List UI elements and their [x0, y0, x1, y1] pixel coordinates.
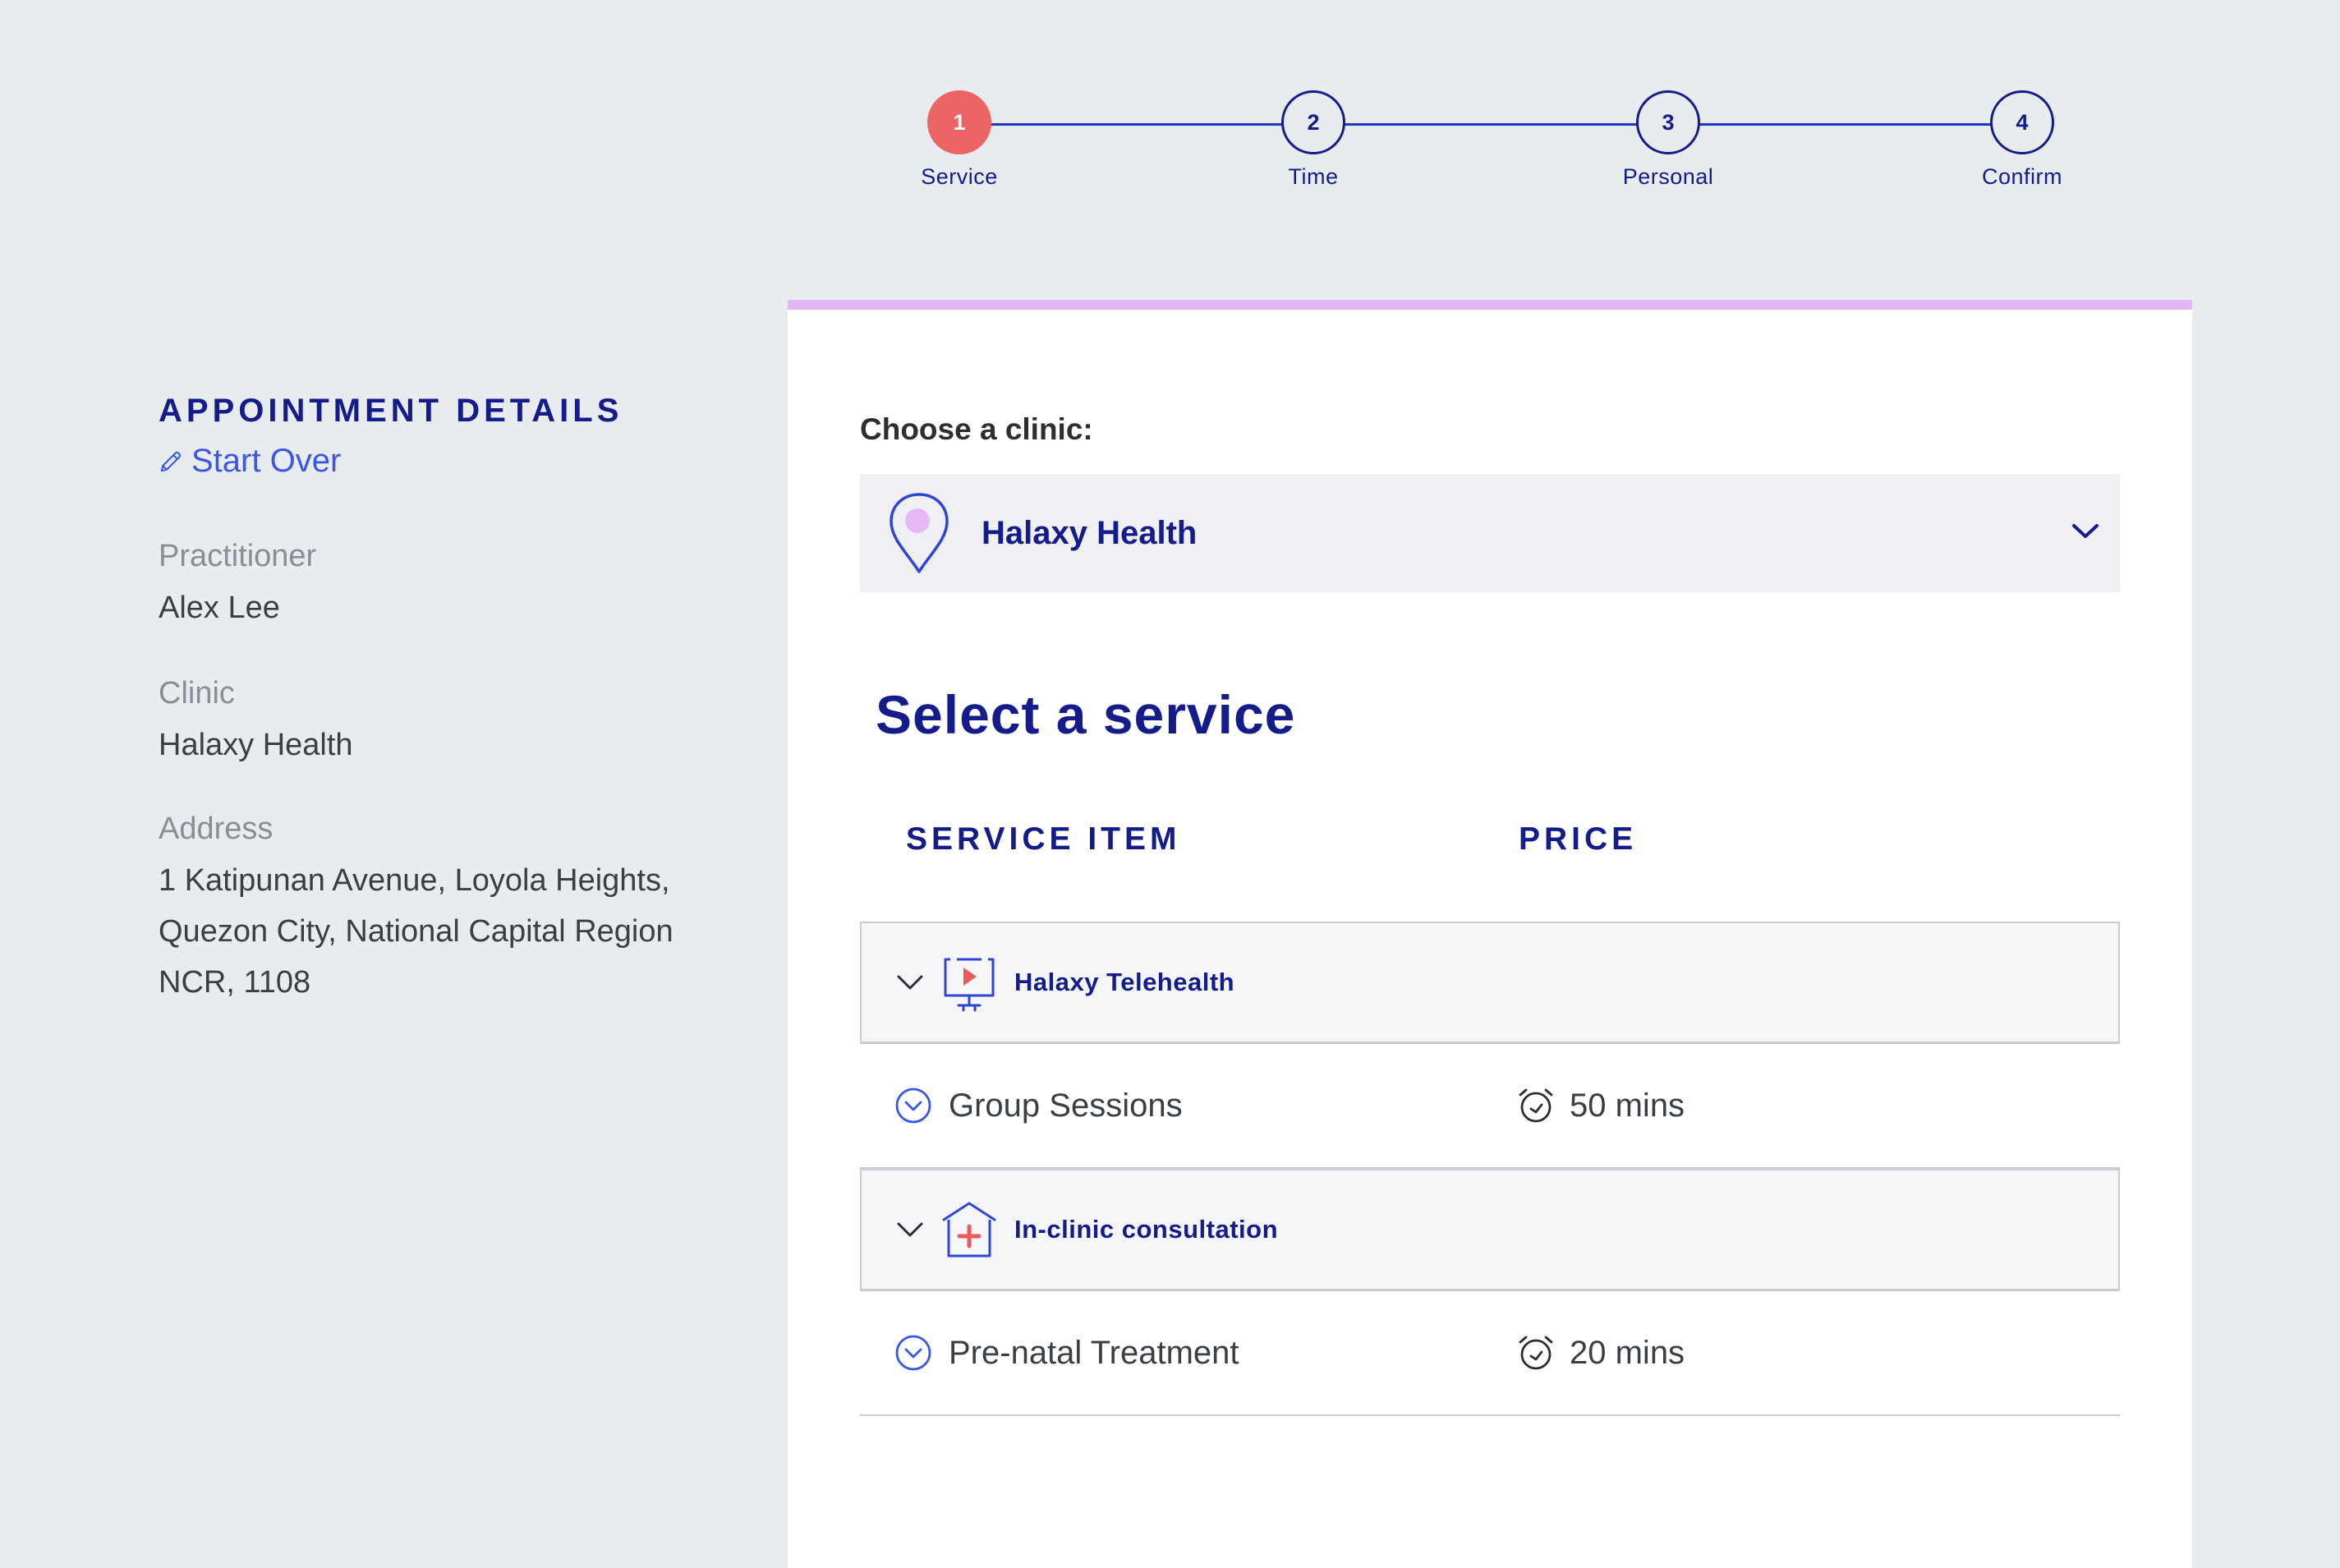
appointment-details-heading: APPOINTMENT DETAILS [159, 393, 623, 429]
step-number-circle: 1 [927, 90, 991, 154]
address-line: Quezon City, National Capital Region [159, 914, 673, 949]
step-personal[interactable]: 3 Personal [1586, 90, 1750, 190]
service-list: Halaxy Telehealth Group Sessions 50 mins [860, 922, 2120, 1416]
practitioner-label: Practitioner [159, 539, 317, 573]
chevron-down-icon [897, 975, 923, 990]
service-group-name: In-clinic consultation [1014, 1215, 1279, 1244]
chevron-down-icon [2072, 524, 2099, 538]
clinic-label: Clinic [159, 676, 235, 710]
step-label: Time [1288, 164, 1339, 189]
step-label: Confirm [1981, 164, 2062, 189]
telehealth-monitor-icon [944, 958, 995, 1012]
select-service-heading: Select a service [876, 684, 1296, 745]
clinic-house-icon [942, 1202, 996, 1258]
appointment-details-panel: APPOINTMENT DETAILS Start Over Practitio… [159, 393, 766, 1008]
alarm-clock-icon [1519, 1088, 1553, 1123]
practitioner-value: Alex Lee [159, 591, 280, 625]
location-pin-icon [890, 493, 949, 573]
start-over-link[interactable]: Start Over [159, 443, 766, 480]
service-item-name: Pre-natal Treatment [949, 1334, 1239, 1371]
step-number-circle: 3 [1636, 90, 1700, 154]
service-item-pre-natal-treatment[interactable]: Pre-natal Treatment 20 mins [860, 1291, 2120, 1416]
start-over-label: Start Over [191, 443, 342, 479]
service-item-column-header: SERVICE ITEM [906, 821, 1181, 857]
step-label: Personal [1622, 164, 1714, 189]
address-label: Address [159, 812, 274, 846]
step-time[interactable]: 2 Time [1231, 90, 1395, 190]
pencil-icon [160, 451, 182, 471]
service-duration: 20 mins [1517, 1291, 1685, 1414]
service-group-in-clinic[interactable]: In-clinic consultation [860, 1169, 2120, 1291]
step-confirm[interactable]: 4 Confirm [1940, 90, 2104, 190]
step-label: Service [921, 164, 998, 189]
clinic-value: Halaxy Health [159, 728, 353, 762]
booking-page: 1 Service 2 Time 3 Personal 4 Confirm AP… [0, 0, 2340, 1568]
progress-stepper: 1 Service 2 Time 3 Personal 4 Confirm [920, 90, 2062, 205]
service-item-name: Group Sessions [949, 1087, 1183, 1124]
address-line: NCR, 1108 [159, 965, 311, 1000]
step-number-circle: 4 [1990, 90, 2054, 154]
chevron-circle-icon [895, 1335, 931, 1371]
chevron-circle-icon [895, 1087, 931, 1124]
address-value: 1 Katipunan Avenue, Loyola Heights, Quez… [159, 855, 766, 1008]
selected-clinic-name: Halaxy Health [982, 514, 1198, 551]
price-column-header: PRICE [1519, 821, 1638, 857]
service-duration: 50 mins [1517, 1044, 1685, 1167]
duration-text: 50 mins [1570, 1087, 1685, 1124]
service-item-group-sessions[interactable]: Group Sessions 50 mins [860, 1044, 2120, 1169]
alarm-clock-icon [1519, 1336, 1553, 1370]
service-group-telehealth[interactable]: Halaxy Telehealth [860, 922, 2120, 1044]
stepper-line [959, 123, 2022, 126]
clinic-dropdown[interactable]: Halaxy Health [860, 474, 2120, 592]
address-line: 1 Katipunan Avenue, Loyola Heights, [159, 863, 670, 898]
step-number-circle: 2 [1281, 90, 1345, 154]
service-group-name: Halaxy Telehealth [1014, 968, 1235, 996]
step-service[interactable]: 1 Service [877, 90, 1041, 190]
duration-text: 20 mins [1570, 1334, 1685, 1371]
choose-clinic-label: Choose a clinic: [860, 412, 1093, 446]
chevron-down-icon [897, 1222, 923, 1237]
service-selection-card: Choose a clinic: Halaxy Health Select a … [788, 300, 2192, 1568]
